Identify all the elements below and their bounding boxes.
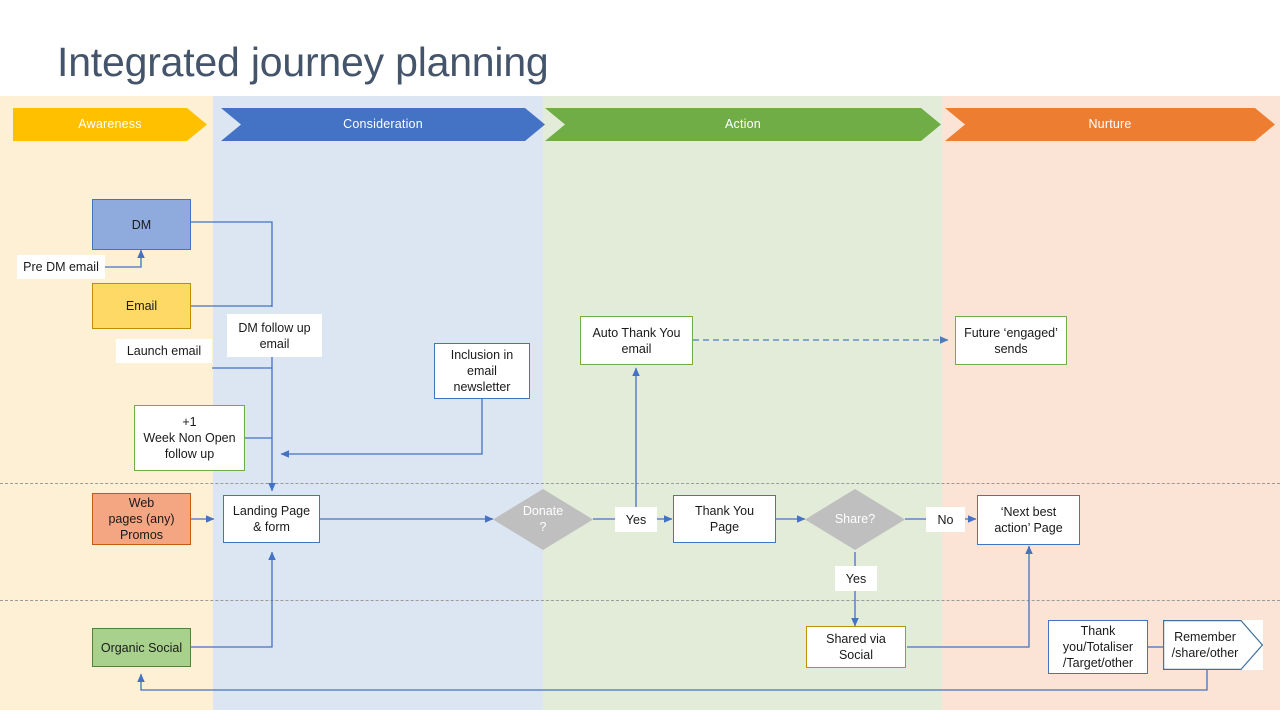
- node-inclusion-email-newsletter[interactable]: Inclusion in email newsletter: [434, 343, 530, 399]
- node-organic-social[interactable]: Organic Social: [92, 628, 191, 667]
- label-no-share: No: [926, 507, 965, 532]
- node-email[interactable]: Email: [92, 283, 191, 329]
- label-yes-share: Yes: [835, 566, 877, 591]
- node-next-best-action-page[interactable]: ‘Next best action’ Page: [977, 495, 1080, 545]
- node-web-pages-promos[interactable]: Web pages (any) Promos: [92, 493, 191, 545]
- label-pre-dm-email: Pre DM email: [17, 255, 105, 279]
- label-yes-donate: Yes: [615, 507, 657, 532]
- label-launch-email: Launch email: [116, 339, 212, 363]
- diagram-canvas: Integrated journey planning Awareness Co…: [0, 0, 1280, 720]
- node-thank-you-page[interactable]: Thank You Page: [673, 495, 776, 543]
- node-shared-via-social[interactable]: Shared via Social: [806, 626, 906, 668]
- node-remember-share-other-label: Remember/share/other: [1171, 630, 1239, 660]
- node-remember-share-other[interactable]: Remember/share/other: [1163, 620, 1263, 670]
- node-landing-page-form[interactable]: Landing Page & form: [223, 495, 320, 543]
- label-dm-follow-up-email: DM follow up email: [227, 314, 322, 357]
- node-dm[interactable]: DM: [92, 199, 191, 250]
- node-auto-thank-you-email[interactable]: Auto Thank You email: [580, 316, 693, 365]
- node-thank-you-totaliser[interactable]: Thank you/Totaliser/Target/other: [1048, 620, 1148, 674]
- node-week-non-open-follow-up[interactable]: +1 Week Non Open follow up: [134, 405, 245, 471]
- node-future-engaged-sends[interactable]: Future ‘engaged’ sends: [955, 316, 1067, 365]
